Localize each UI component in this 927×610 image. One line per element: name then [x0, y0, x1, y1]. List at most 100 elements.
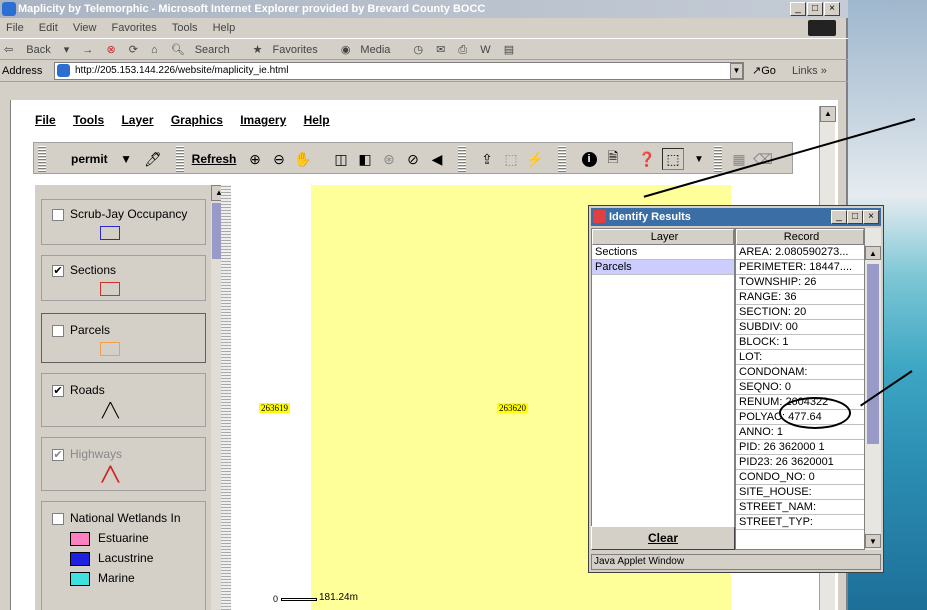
record-row[interactable]: RANGE: 36	[736, 290, 864, 305]
layer-checkbox[interactable]	[52, 209, 64, 221]
ie-menu-edit[interactable]: Edit	[39, 22, 58, 34]
legend-item-sections[interactable]: ✔ Sections	[41, 255, 206, 301]
export-icon[interactable]: ⇪	[476, 148, 498, 170]
record-row[interactable]: PID: 26 362000 1	[736, 440, 864, 455]
mail-icon[interactable]: ✉	[436, 44, 445, 56]
search-button[interactable]: 🔍︎ Search	[171, 44, 240, 56]
legend-symbol	[100, 282, 120, 296]
layer-column-header[interactable]: Layer	[592, 229, 734, 245]
identify-minimize-button[interactable]: _	[831, 210, 847, 224]
ie-menu-tools[interactable]: Tools	[172, 22, 198, 34]
app-menu-graphics[interactable]: Graphics	[171, 113, 223, 127]
record-row[interactable]: PID23: 26 3620001	[736, 455, 864, 470]
address-dropdown-button[interactable]: ▼	[730, 63, 743, 79]
clear-button[interactable]: Clear	[591, 526, 735, 550]
zoom-previous-icon[interactable]: ⊘	[402, 148, 424, 170]
close-button[interactable]: ×	[824, 2, 840, 16]
links-button[interactable]: Links »	[792, 60, 827, 82]
home-icon[interactable]: ⌂	[151, 44, 158, 56]
ie-menu-help[interactable]: Help	[213, 22, 236, 34]
legend-item-highways[interactable]: ✔ Highways ╱╲	[41, 437, 206, 491]
ie-logo-icon	[2, 2, 16, 16]
legend-item-wetlands[interactable]: National Wetlands In Estuarine Lacustrin…	[41, 501, 206, 610]
panel-splitter[interactable]	[221, 185, 231, 610]
pan-hand-icon[interactable]: ✋	[292, 148, 314, 170]
word-icon[interactable]: W	[480, 44, 490, 56]
record-row[interactable]: SUBDIV: 00	[736, 320, 864, 335]
record-row[interactable]: CONDONAM:	[736, 365, 864, 380]
zoom-layer-icon[interactable]: ◧	[354, 148, 376, 170]
select-rect-icon[interactable]: ⬚	[662, 148, 684, 170]
discuss-icon[interactable]: ▤	[504, 44, 514, 56]
identify-icon[interactable]: i	[578, 148, 600, 170]
layer-properties-icon[interactable]: 🖊︎	[142, 148, 164, 170]
record-row[interactable]: SITE_HOUSE:	[736, 485, 864, 500]
toolbar-grip	[714, 146, 722, 172]
ie-menu-file[interactable]: File	[6, 22, 24, 34]
go-button[interactable]: ↗Go	[752, 60, 776, 82]
zoom-out-icon[interactable]: ⊖	[268, 148, 290, 170]
favorites-button[interactable]: ★ Favorites	[253, 44, 328, 56]
minimize-button[interactable]: _	[790, 2, 806, 16]
scroll-down-arrow-icon[interactable]: ▼	[865, 534, 881, 548]
record-row[interactable]: TOWNSHIP: 26	[736, 275, 864, 290]
back-button[interactable]: ⇦ Back ▾	[4, 44, 69, 56]
app-menu-help[interactable]: Help	[304, 113, 330, 127]
history-icon[interactable]: ◷	[413, 44, 423, 56]
app-menu-layer[interactable]: Layer	[121, 113, 153, 127]
select-icon[interactable]: ⬚	[500, 148, 522, 170]
legend-item-parcels[interactable]: Parcels	[41, 313, 206, 363]
layer-row-parcels[interactable]: Parcels	[592, 260, 734, 275]
ie-menu-view[interactable]: View	[73, 22, 97, 34]
layer-checkbox[interactable]: ✔	[52, 265, 64, 277]
scroll-up-arrow-icon[interactable]: ▲	[865, 246, 881, 260]
zoom-in-icon[interactable]: ⊕	[244, 148, 266, 170]
chevron-down-icon: ▼	[120, 152, 132, 166]
layer-select[interactable]: permit ▼	[66, 149, 136, 169]
scroll-thumb[interactable]	[867, 264, 879, 444]
forward-button[interactable]: →	[82, 44, 93, 56]
ie-toolbar: ⇦ Back ▾ → ⊗ ⟳ ⌂ 🔍︎ Search ★ Favorites ◉ Me…	[0, 38, 848, 60]
legend-item-scrub-jay[interactable]: Scrub-Jay Occupancy	[41, 199, 206, 245]
media-button[interactable]: ◉ Media	[341, 44, 401, 56]
record-row[interactable]: SEQNO: 0	[736, 380, 864, 395]
app-menu-file[interactable]: File	[35, 113, 56, 127]
app-menu-tools[interactable]: Tools	[73, 113, 104, 127]
query-icon[interactable]: ❓	[636, 148, 658, 170]
zoom-select-icon[interactable]: ⊛	[378, 148, 400, 170]
address-input[interactable]: http://205.153.144.226/website/maplicity…	[54, 62, 744, 80]
record-scrollbar[interactable]: ▲ ▼	[865, 228, 881, 550]
record-row[interactable]: CONDO_NO: 0	[736, 470, 864, 485]
identify-maximize-button[interactable]: □	[847, 210, 863, 224]
layer-checkbox[interactable]	[52, 513, 64, 525]
select-dropdown-icon[interactable]: ▼	[688, 148, 710, 170]
layer-checkbox[interactable]	[52, 325, 64, 337]
layer-checkbox[interactable]: ✔	[52, 449, 64, 461]
record-row[interactable]: BLOCK: 1	[736, 335, 864, 350]
zoom-full-icon[interactable]: ◫	[330, 148, 352, 170]
layer-checkbox[interactable]: ✔	[52, 385, 64, 397]
legend-item-roads[interactable]: ✔ Roads ╱╲	[41, 373, 206, 427]
record-column-header[interactable]: Record	[736, 229, 864, 245]
record-row[interactable]: STREET_TYP:	[736, 515, 864, 530]
road-symbol-icon: ╱╲	[102, 402, 119, 418]
ie-menu-favorites[interactable]: Favorites	[112, 22, 157, 34]
map-area-left[interactable]	[231, 185, 311, 610]
maximize-button[interactable]: □	[807, 2, 823, 16]
record-row[interactable]: PERIMETER: 18447....	[736, 260, 864, 275]
stop-icon[interactable]: ⊗	[106, 44, 115, 56]
identify-all-icon[interactable]: 🗎	[602, 148, 624, 170]
identify-close-button[interactable]: ×	[863, 210, 879, 224]
record-row[interactable]: STREET_NAM:	[736, 500, 864, 515]
refresh-page-icon[interactable]: ⟳	[129, 44, 138, 56]
hyperlink-icon[interactable]: ⚡	[524, 148, 546, 170]
print-icon[interactable]: ⎙	[458, 44, 467, 56]
refresh-button[interactable]: Refresh	[188, 149, 240, 169]
scroll-up-arrow-icon[interactable]: ▲	[820, 106, 836, 122]
record-row[interactable]: SECTION: 20	[736, 305, 864, 320]
app-menu-imagery[interactable]: Imagery	[240, 113, 286, 127]
back-extent-icon[interactable]: ◀	[426, 148, 448, 170]
layer-row-sections[interactable]: Sections	[592, 245, 734, 260]
record-row[interactable]: AREA: 2.080590273...	[736, 245, 864, 260]
record-row[interactable]: LOT:	[736, 350, 864, 365]
